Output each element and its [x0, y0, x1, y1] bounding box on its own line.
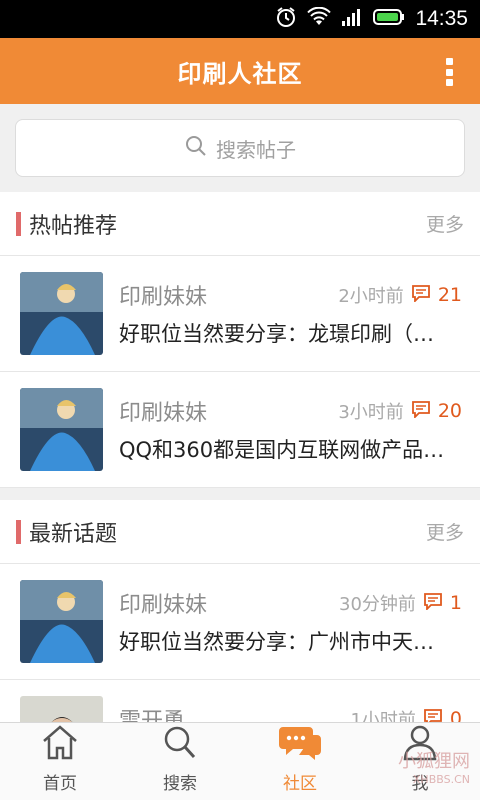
post-item[interactable]: 印刷妹妹 2小时前 21 好职位当然要分享：龙璟印刷（…	[0, 256, 480, 372]
tab-home[interactable]: 首页	[0, 723, 120, 800]
post-title: 好职位当然要分享：龙璟印刷（…	[119, 321, 434, 346]
comment-count: 21	[437, 283, 462, 306]
tab-label: 搜索	[163, 774, 197, 794]
comment-icon	[423, 592, 443, 614]
comment-icon	[411, 284, 431, 306]
post-time: 3小时前	[338, 401, 404, 423]
watermark-sub: XHBBS.CN	[412, 773, 470, 786]
post-thumbnail	[20, 388, 103, 471]
clock: 14:35	[415, 7, 468, 30]
latest-section-header: 最新话题 更多	[0, 500, 480, 564]
post-thumbnail	[20, 580, 103, 663]
app-header: 印刷人社区	[0, 38, 480, 104]
section-title: 最新话题	[29, 521, 118, 547]
wifi-icon	[307, 6, 332, 31]
watermark-text: 小狐狸网	[398, 751, 470, 772]
post-author: 印刷妹妹	[119, 284, 208, 310]
page-title: 印刷人社区	[177, 59, 303, 88]
post-item[interactable]: 印刷妹妹 3小时前 20 QQ和360都是国内互联网做产品…	[0, 372, 480, 488]
post-author: 印刷妹妹	[119, 592, 208, 618]
post-title: QQ和360都是国内互联网做产品…	[119, 437, 445, 462]
post-item[interactable]: 印刷妹妹 30分钟前 1 好职位当然要分享：广州市中天…	[0, 564, 480, 680]
home-icon	[40, 723, 80, 765]
tab-community[interactable]: 社区	[240, 723, 360, 800]
section-gap	[0, 488, 480, 500]
tab-search[interactable]: 搜索	[120, 723, 240, 800]
search-icon	[184, 134, 208, 162]
post-time: 30分钟前	[339, 593, 416, 615]
more-link[interactable]: 更多	[426, 210, 464, 237]
section-marker	[16, 519, 21, 544]
search-icon	[160, 723, 200, 765]
comment-count: 1	[449, 591, 462, 614]
comment-count: 20	[437, 399, 462, 422]
post-time: 2小时前	[338, 285, 404, 307]
section-marker	[16, 211, 21, 236]
alarm-icon	[275, 6, 297, 32]
post-thumbnail	[20, 272, 103, 355]
comment-icon	[411, 400, 431, 422]
bottom-tab-bar: 首页 搜索 社区 我 小狐狸网 XHBBS.CN	[0, 722, 480, 800]
tab-label: 社区	[283, 774, 317, 794]
tab-label: 首页	[43, 774, 77, 794]
community-icon	[279, 723, 321, 765]
post-author: 印刷妹妹	[119, 400, 208, 426]
search-input[interactable]: 搜索帖子	[15, 119, 465, 177]
search-placeholder: 搜索帖子	[216, 137, 296, 162]
overflow-menu-icon[interactable]	[444, 58, 454, 86]
battery-icon	[373, 8, 405, 30]
hot-section-header: 热帖推荐 更多	[0, 192, 480, 256]
signal-icon	[341, 7, 363, 31]
watermark: 小狐狸网 XHBBS.CN	[398, 747, 470, 786]
more-link[interactable]: 更多	[426, 518, 464, 545]
status-bar: 14:35	[0, 0, 480, 38]
section-title: 热帖推荐	[29, 213, 118, 239]
search-area: 搜索帖子	[0, 104, 480, 192]
post-title: 好职位当然要分享：广州市中天…	[119, 629, 434, 654]
